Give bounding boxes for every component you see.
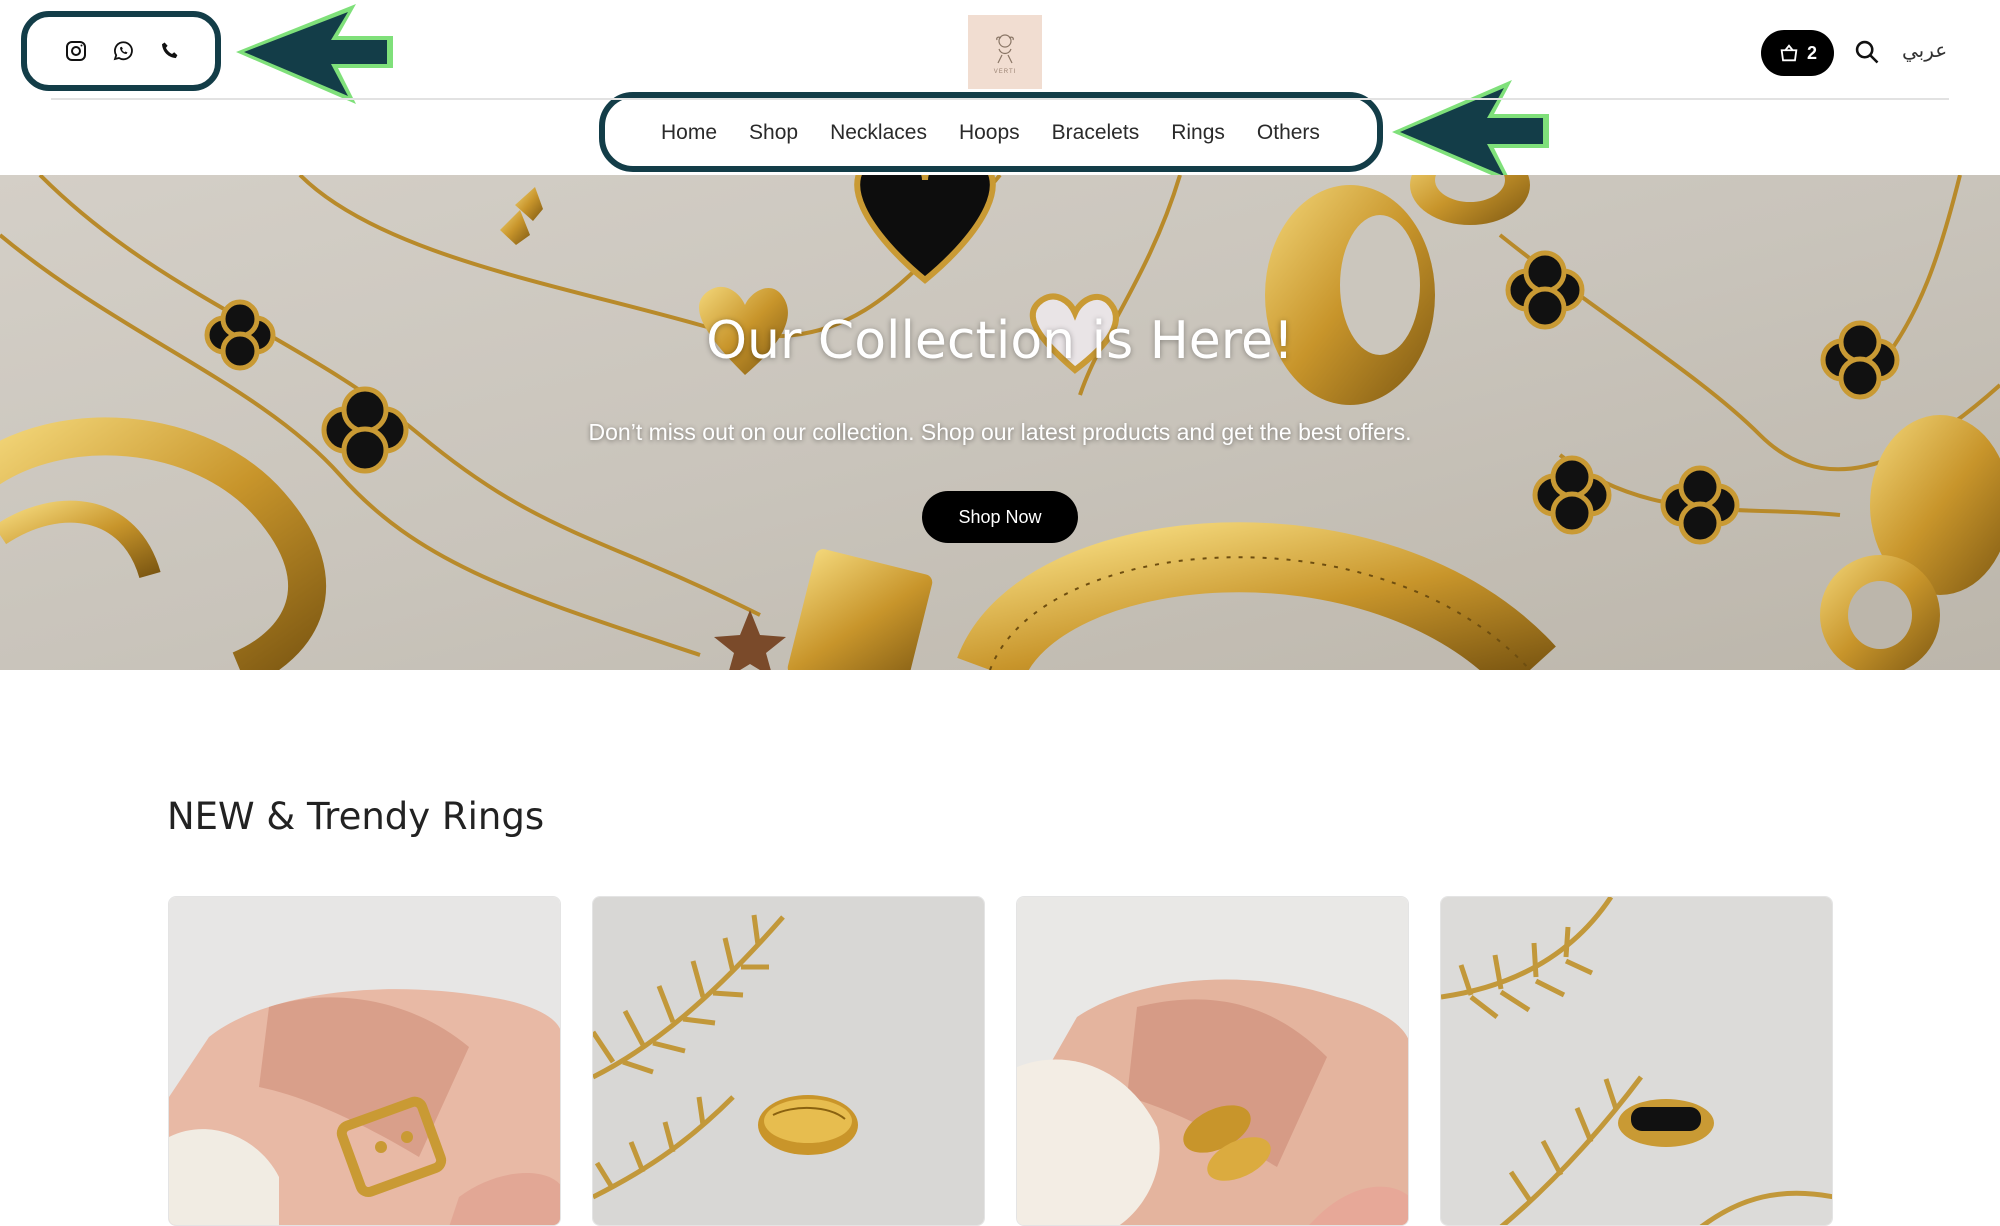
nav-item-others[interactable]: Others (1257, 121, 1320, 145)
site-header: VERTI Home Shop Necklaces Hoops Bracelet… (0, 0, 2000, 184)
social-links (26, 16, 214, 86)
product-grid (168, 896, 1833, 1226)
cart-count: 2 (1806, 42, 1817, 63)
logo-mark-text: VERTI (993, 69, 1017, 75)
product-image-ring-4 (1441, 897, 1832, 1225)
hero-banner: Our Collection is Here! Don’t miss out o… (0, 175, 2000, 670)
language-switch[interactable]: عربي (1902, 38, 1947, 62)
product-image-ring-3 (1017, 897, 1408, 1225)
shopping-bag-icon (1780, 44, 1798, 62)
nav-item-shop[interactable]: Shop (749, 121, 798, 145)
phone-icon[interactable] (158, 39, 182, 63)
hero-title: Our Collection is Here! (706, 311, 1294, 371)
annotation-arrow-icon (1392, 80, 1549, 184)
nav-item-bracelets[interactable]: Bracelets (1052, 121, 1140, 145)
product-card[interactable] (1016, 896, 1409, 1226)
nav-item-home[interactable]: Home (661, 121, 717, 145)
whatsapp-icon[interactable] (111, 39, 135, 63)
brand-logo[interactable]: VERTI (968, 15, 1042, 89)
product-card[interactable] (592, 896, 985, 1226)
product-card[interactable] (168, 896, 561, 1226)
section-title: NEW & Trendy Rings (167, 795, 545, 838)
header-divider (51, 98, 1949, 100)
nav-item-hoops[interactable]: Hoops (959, 121, 1020, 145)
shop-now-button[interactable]: Shop Now (922, 491, 1078, 543)
instagram-icon[interactable] (64, 39, 88, 63)
product-card[interactable] (1440, 896, 1833, 1226)
hero-subtitle: Don’t miss out on our collection. Shop o… (588, 419, 1412, 445)
cart-button[interactable]: 2 (1761, 30, 1834, 76)
search-icon[interactable] (1853, 38, 1881, 66)
product-image-ring-1 (169, 897, 560, 1225)
main-nav: Home Shop Necklaces Hoops Bracelets Ring… (640, 107, 1320, 159)
product-image-ring-2 (593, 897, 984, 1225)
nav-item-rings[interactable]: Rings (1171, 121, 1225, 145)
nav-item-necklaces[interactable]: Necklaces (830, 121, 927, 145)
